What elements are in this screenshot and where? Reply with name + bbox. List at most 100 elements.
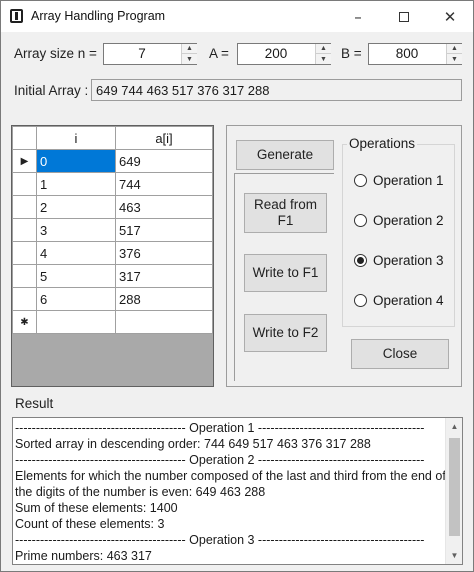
minimize-button[interactable]: – bbox=[335, 1, 381, 32]
cell-value[interactable]: 517 bbox=[115, 218, 213, 242]
a-spinner[interactable]: 200 ▲ ▼ bbox=[237, 43, 331, 65]
spin-down-icon[interactable]: ▼ bbox=[316, 54, 331, 64]
row-header[interactable] bbox=[12, 195, 37, 219]
radio-icon[interactable] bbox=[354, 174, 367, 187]
table-row[interactable]: 5 317 bbox=[12, 264, 213, 288]
spin-up-icon[interactable]: ▲ bbox=[316, 44, 331, 54]
row-header[interactable] bbox=[12, 172, 37, 196]
radio-label[interactable]: Operation 3 bbox=[373, 253, 444, 268]
radio-operation-1[interactable]: Operation 1 bbox=[354, 173, 444, 188]
cell-value[interactable]: 288 bbox=[115, 287, 213, 311]
result-text: ----------------------------------------… bbox=[15, 420, 445, 564]
new-row[interactable]: ✱ bbox=[12, 310, 213, 334]
row-header[interactable] bbox=[12, 218, 37, 242]
new-row-icon[interactable]: ✱ bbox=[12, 310, 37, 334]
generate-button[interactable]: Generate bbox=[236, 140, 334, 170]
spin-down-icon[interactable]: ▼ bbox=[447, 54, 462, 64]
radio-selected-icon[interactable] bbox=[354, 254, 367, 267]
result-line: Sorted array in descending order: 744 64… bbox=[15, 437, 371, 451]
row-header-corner bbox=[12, 126, 37, 150]
array-size-spinner[interactable]: 7 ▲ ▼ bbox=[103, 43, 197, 65]
table-header-row: i a[i] bbox=[12, 126, 213, 150]
column-header-i[interactable]: i bbox=[36, 126, 116, 150]
spin-down-icon[interactable]: ▼ bbox=[182, 54, 197, 64]
radio-label[interactable]: Operation 1 bbox=[373, 173, 444, 188]
result-line: ----------------------------------------… bbox=[15, 533, 425, 547]
column-header-value[interactable]: a[i] bbox=[115, 126, 213, 150]
initial-array-label: Initial Array : bbox=[14, 83, 89, 98]
read-from-f1-label-line2: F1 bbox=[277, 213, 294, 228]
result-line: the digits of the number is even: 649 46… bbox=[15, 485, 266, 499]
cell-value[interactable]: 317 bbox=[115, 264, 213, 288]
operations-title: Operations bbox=[347, 136, 418, 151]
table-row[interactable]: 4 376 bbox=[12, 241, 213, 265]
cell-index[interactable]: 4 bbox=[36, 241, 116, 265]
spinner-arrows[interactable]: ▲ ▼ bbox=[446, 44, 462, 64]
cell-index[interactable]: 3 bbox=[36, 218, 116, 242]
result-line: Count of these elements: 3 bbox=[15, 517, 165, 531]
cell-index[interactable]: 0 bbox=[36, 149, 116, 173]
cell-index[interactable]: 6 bbox=[36, 287, 116, 311]
radio-label[interactable]: Operation 4 bbox=[373, 293, 444, 308]
cell-value[interactable]: 649 bbox=[115, 149, 213, 173]
radio-icon[interactable] bbox=[354, 294, 367, 307]
scroll-thumb[interactable] bbox=[449, 438, 460, 536]
array-size-value[interactable]: 7 bbox=[104, 46, 180, 61]
scroll-down-icon[interactable]: ▼ bbox=[446, 547, 462, 564]
result-line: Prime numbers: 463 317 bbox=[15, 549, 152, 563]
write-to-f1-button[interactable]: Write to F1 bbox=[244, 254, 327, 292]
b-spinner[interactable]: 800 ▲ ▼ bbox=[368, 43, 462, 65]
array-size-label: Array size n = bbox=[14, 46, 97, 61]
cell-index[interactable]: 1 bbox=[36, 172, 116, 196]
scroll-up-icon[interactable]: ▲ bbox=[446, 418, 462, 435]
radio-icon[interactable] bbox=[354, 214, 367, 227]
maximize-button[interactable] bbox=[381, 1, 427, 32]
a-label: A = bbox=[209, 46, 229, 61]
cell-index[interactable]: 5 bbox=[36, 264, 116, 288]
row-header[interactable] bbox=[12, 287, 37, 311]
read-from-f1-button[interactable]: Read from F1 bbox=[244, 193, 327, 233]
app-window: Array Handling Program – ✕ Array size n … bbox=[0, 0, 474, 572]
table-row[interactable]: ▶ 0 649 bbox=[12, 149, 213, 173]
write-to-f2-button[interactable]: Write to F2 bbox=[244, 314, 327, 352]
radio-operation-3[interactable]: Operation 3 bbox=[354, 253, 444, 268]
b-value[interactable]: 800 bbox=[369, 46, 445, 61]
close-button[interactable]: Close bbox=[351, 339, 449, 369]
cell-value[interactable]: 463 bbox=[115, 195, 213, 219]
spinner-arrows[interactable]: ▲ ▼ bbox=[315, 44, 331, 64]
window-title: Array Handling Program bbox=[31, 9, 166, 23]
table-row[interactable]: 2 463 bbox=[12, 195, 213, 219]
cell-value[interactable]: 744 bbox=[115, 172, 213, 196]
table-row[interactable]: 1 744 bbox=[12, 172, 213, 196]
row-header[interactable] bbox=[12, 241, 37, 265]
table-row[interactable]: 3 517 bbox=[12, 218, 213, 242]
result-textbox[interactable]: ----------------------------------------… bbox=[12, 417, 463, 565]
array-grid[interactable]: i a[i] ▶ 0 649 1 744 2 463 3 517 4 376 5… bbox=[11, 125, 214, 387]
row-header[interactable] bbox=[12, 264, 37, 288]
cell-index[interactable] bbox=[36, 310, 116, 334]
maximize-icon bbox=[399, 11, 409, 22]
read-from-f1-label-line1: Read from bbox=[253, 197, 318, 213]
radio-operation-4[interactable]: Operation 4 bbox=[354, 293, 444, 308]
a-value[interactable]: 200 bbox=[238, 46, 314, 61]
result-line: ----------------------------------------… bbox=[15, 453, 425, 467]
array-table: i a[i] ▶ 0 649 1 744 2 463 3 517 4 376 5… bbox=[12, 126, 213, 334]
cell-index[interactable]: 2 bbox=[36, 195, 116, 219]
result-line: Sum of these elements: 1400 bbox=[15, 501, 178, 515]
spinner-arrows[interactable]: ▲ ▼ bbox=[181, 44, 197, 64]
cell-value[interactable]: 376 bbox=[115, 241, 213, 265]
table-row[interactable]: 6 288 bbox=[12, 287, 213, 311]
spin-up-icon[interactable]: ▲ bbox=[182, 44, 197, 54]
spin-up-icon[interactable]: ▲ bbox=[447, 44, 462, 54]
radio-operation-2[interactable]: Operation 2 bbox=[354, 213, 444, 228]
result-line: ----------------------------------------… bbox=[15, 421, 425, 435]
vertical-scrollbar[interactable]: ▲ ▼ bbox=[445, 418, 462, 564]
radio-label[interactable]: Operation 2 bbox=[373, 213, 444, 228]
close-window-button[interactable]: ✕ bbox=[427, 1, 473, 32]
b-label: B = bbox=[341, 46, 362, 61]
app-icon bbox=[10, 9, 23, 23]
result-line: Elements for which the number composed o… bbox=[15, 469, 445, 483]
initial-array-field: 649 744 463 517 376 317 288 bbox=[91, 79, 462, 101]
current-row-icon[interactable]: ▶ bbox=[12, 149, 37, 173]
cell-value[interactable] bbox=[115, 310, 213, 334]
